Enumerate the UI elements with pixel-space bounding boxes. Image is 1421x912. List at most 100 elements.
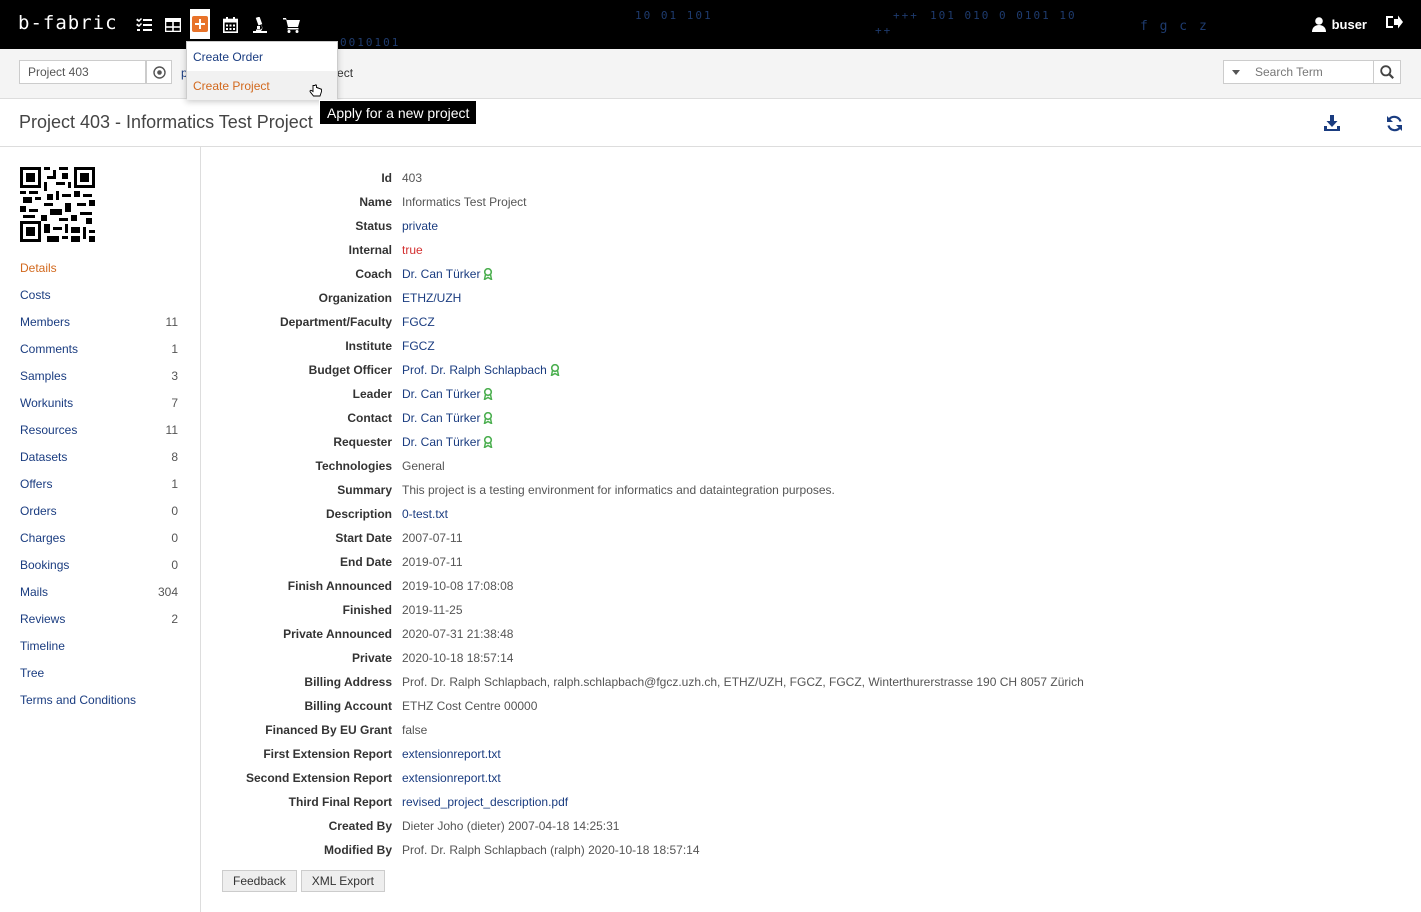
sidebar-item-label: Reviews [20,611,66,626]
detail-value-first-extension-report[interactable]: extensionreport.txt [402,747,501,761]
sidebar-item-label: Orders [20,503,57,518]
detail-value-second-extension-report[interactable]: extensionreport.txt [402,771,501,785]
detail-label: Contact [347,411,392,425]
sidebar-item-resources[interactable]: Resources 11 [20,416,178,443]
detail-row-billing-account: Billing Account ETHZ Cost Centre 00000 [222,694,1402,718]
project-selector-input[interactable] [19,60,146,84]
detail-label: Summary [337,483,392,497]
navbar-decoration: +++ [893,9,919,22]
sidebar-item-label: Tree [20,665,45,680]
create-order-menu-item[interactable]: Create Order [187,42,337,71]
detail-value-coach[interactable]: Dr. Can Türker [402,267,493,281]
calendar-icon[interactable] [220,15,240,35]
detail-row-budget-officer: Budget Officer Prof. Dr. Ralph Schlapbach [222,358,1402,382]
detail-label: Department/Faculty [279,315,392,329]
sidebar-item-details[interactable]: Details [20,254,178,281]
sidebar-item-terms-and-conditions[interactable]: Terms and Conditions [20,686,178,713]
detail-row-created-by: Created By Dieter Joho (dieter) 2007-04-1… [222,814,1402,838]
detail-value-finished: 2019-11-25 [402,603,463,617]
detail-label: Coach [355,267,392,281]
detail-label: Internal [348,243,392,257]
search-scope-dropdown[interactable] [1223,60,1248,84]
sidebar-item-offers[interactable]: Offers 1 [20,470,178,497]
detail-row-id: Id 403 [222,166,1402,190]
detail-label: Billing Address [304,675,392,689]
detail-value-institute[interactable]: FGCZ [402,339,435,353]
detail-row-end-date: End Date 2019-07-11 [222,550,1402,574]
search-button[interactable] [1373,60,1401,84]
award-icon [484,412,493,424]
feedback-button[interactable]: Feedback [222,870,297,892]
sidebar-item-comments[interactable]: Comments 1 [20,335,178,362]
award-icon [484,436,493,448]
microscope-icon[interactable] [250,15,270,35]
sidebar-item-workunits[interactable]: Workunits 7 [20,389,178,416]
tasks-icon[interactable] [134,15,154,35]
sidebar-item-count: 0 [171,557,178,572]
detail-value-billing-address: Prof. Dr. Ralph Schlapbach, ralph.schlap… [402,675,1084,689]
sidebar-item-bookings[interactable]: Bookings 0 [20,551,178,578]
sidebar-item-count: 304 [157,584,178,599]
sidebar-item-datasets[interactable]: Datasets 8 [20,443,178,470]
sidebar-item-label: Charges [20,530,66,545]
username: buser [1331,17,1367,32]
sidebar-item-label: Costs [20,287,51,302]
search-input[interactable] [1247,60,1374,84]
sidebar-item-label: Resources [20,422,78,437]
sidebar-item-members[interactable]: Members 11 [20,308,178,335]
sidebar-item-mails[interactable]: Mails 304 [20,578,178,605]
sidebar-item-orders[interactable]: Orders 0 [20,497,178,524]
detail-value-end-date: 2019-07-11 [402,555,463,569]
sidebar-item-costs[interactable]: Costs [20,281,178,308]
detail-label: Leader [352,387,392,401]
detail-value-private: 2020-10-18 18:57:14 [402,651,514,665]
detail-row-summary: Summary This project is a testing environ… [222,478,1402,502]
navbar-decoration: 0010101 [340,36,401,49]
detail-row-finished: Finished 2019-11-25 [222,598,1402,622]
table-icon[interactable] [163,15,183,35]
sidebar-item-count: 7 [171,395,178,410]
detail-value-contact[interactable]: Dr. Can Türker [402,411,493,425]
sidebar-item-count: 1 [171,476,178,491]
detail-label: Status [355,219,392,233]
detail-value-organization[interactable]: ETHZ/UZH [402,291,461,305]
detail-value-leader[interactable]: Dr. Can Türker [402,387,493,401]
detail-value-third-final-report[interactable]: revised_project_description.pdf [402,795,568,809]
sidebar-item-label: Comments [20,341,79,356]
detail-value-finish-announced: 2019-10-08 17:08:08 [402,579,514,593]
detail-row-first-extension-report: First Extension Report extensionreport.tx… [222,742,1402,766]
detail-value-name: Informatics Test Project [402,195,527,209]
cart-icon[interactable] [281,15,301,35]
detail-value-requester[interactable]: Dr. Can Türker [402,435,493,449]
detail-row-institute: Institute FGCZ [222,334,1402,358]
xml-export-button[interactable]: XML Export [300,870,385,892]
detail-row-requester: Requester Dr. Can Türker [222,430,1402,454]
award-icon [484,388,493,400]
detail-value-budget-officer[interactable]: Prof. Dr. Ralph Schlapbach [402,363,560,377]
sidebar-item-charges[interactable]: Charges 0 [20,524,178,551]
refresh-icon[interactable] [1384,113,1404,133]
user-menu[interactable]: buser [1311,17,1367,32]
brand-logo[interactable]: b-fabric [18,12,118,34]
logout-icon[interactable] [1386,14,1403,33]
detail-value-internal: true [402,243,423,257]
detail-row-description: Description 0-test.txt [222,502,1402,526]
sidebar-item-timeline[interactable]: Timeline [20,632,178,659]
sidebar-item-count: 1 [171,341,178,356]
action-buttons: Feedback XML Export [222,870,385,892]
sidebar-item-count: 0 [171,503,178,518]
detail-value-description[interactable]: 0-test.txt [402,507,448,521]
sidebar-item-samples[interactable]: Samples 3 [20,362,178,389]
page-title: Project 403 - Informatics Test Project [19,112,313,132]
create-plus-icon[interactable] [190,9,210,39]
detail-value-status[interactable]: private [402,219,438,233]
download-icon[interactable] [1322,113,1342,133]
detail-value-private-announced: 2020-07-31 21:38:48 [402,627,514,641]
sidebar-item-reviews[interactable]: Reviews 2 [20,605,178,632]
detail-label: Technologies [315,459,392,473]
detail-value-department-faculty[interactable]: FGCZ [402,315,435,329]
target-icon[interactable] [146,60,172,84]
qr-code [20,167,95,242]
sidebar-item-label: Members [20,314,71,329]
sidebar-item-tree[interactable]: Tree [20,659,178,686]
